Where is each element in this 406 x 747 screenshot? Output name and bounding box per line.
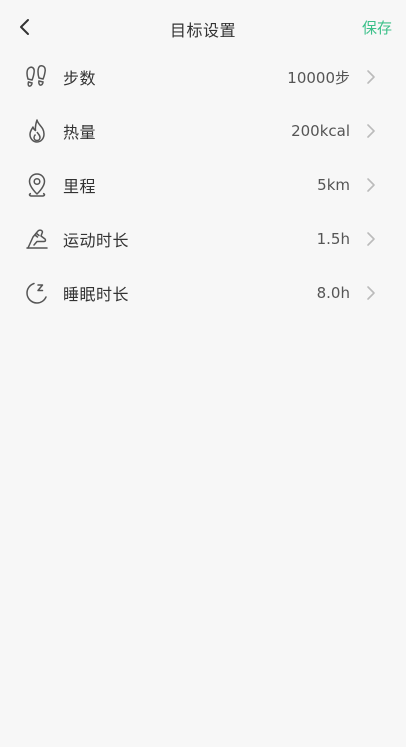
goal-label-distance: 里程 [63,177,97,196]
goal-label-steps: 步数 [63,69,97,88]
goal-value-distance: 5km [317,176,350,194]
location-pin-icon [23,171,51,199]
chevron-right-icon [364,283,378,303]
running-shoe-icon [23,225,51,253]
header-bar: 目标设置 保存 [0,0,406,54]
flame-icon [23,117,51,145]
sleep-moon-icon [23,279,51,307]
chevron-right-icon [364,67,378,87]
goal-row-steps[interactable]: 步数 10000步 [0,50,406,104]
goal-value-steps: 10000步 [287,68,350,87]
chevron-right-icon [364,175,378,195]
goal-row-sleep-duration[interactable]: 睡眠时长 8.0h [0,266,406,320]
goal-row-distance[interactable]: 里程 5km [0,158,406,212]
chevron-right-icon [364,121,378,141]
goal-label-exercise-duration: 运动时长 [63,231,130,250]
chevron-right-icon [364,229,378,249]
goal-value-sleep-duration: 8.0h [316,284,350,302]
goal-row-calories[interactable]: 热量 200kcal [0,104,406,158]
save-button[interactable]: 保存 [362,17,392,38]
goal-settings-screen: 目标设置 保存 步数 10000步 热量 200kcal 里程 5km 运动时长… [0,0,406,747]
page-title: 目标设置 [169,21,236,40]
goal-label-calories: 热量 [63,123,97,142]
footprints-icon [23,63,51,91]
goal-row-exercise-duration[interactable]: 运动时长 1.5h [0,212,406,266]
goal-list: 步数 10000步 热量 200kcal 里程 5km 运动时长 1.5h 睡眠… [0,50,406,320]
goal-value-exercise-duration: 1.5h [316,230,350,248]
goal-value-calories: 200kcal [291,122,350,140]
goal-label-sleep-duration: 睡眠时长 [63,285,130,304]
